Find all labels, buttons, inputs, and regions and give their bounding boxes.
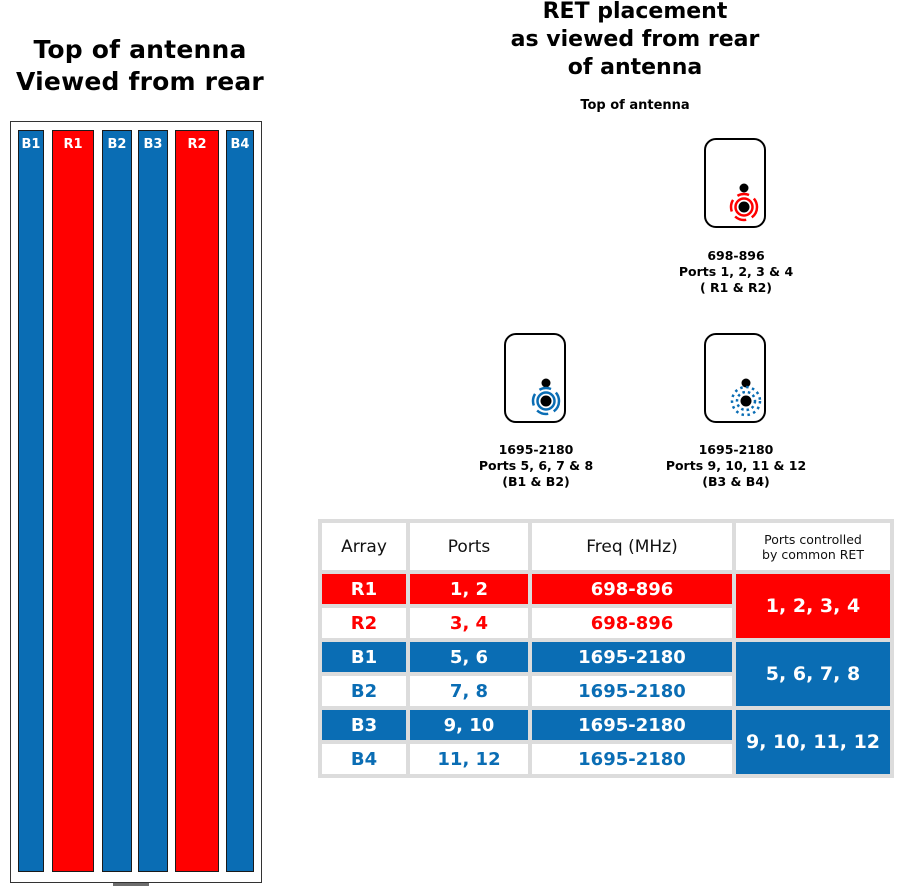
- right-panel-title: RET placement as viewed from rear of ant…: [455, 0, 815, 82]
- ret-freq: 698-896: [707, 248, 765, 263]
- cell-ports: 9, 10: [410, 710, 528, 740]
- cell-array: B1: [322, 642, 406, 672]
- header-ret-ports: Ports controlled by common RET: [736, 523, 890, 570]
- table-row: B1 5, 6 1695-2180 5, 6, 7, 8: [322, 642, 890, 706]
- array-column-b2: B2: [102, 130, 132, 872]
- cell-freq: 1695-2180: [532, 642, 732, 672]
- cell-array: R2: [322, 608, 406, 638]
- cell-freq: 1695-2180: [532, 710, 732, 740]
- cell-ret-group: 1, 2, 3, 4: [736, 574, 890, 638]
- cell-ports: 5, 6: [410, 642, 528, 672]
- left-title-line2: Viewed from rear: [16, 67, 264, 96]
- ret-arrays: (B1 & B2): [502, 474, 570, 489]
- right-title-line2: as viewed from rear: [510, 27, 760, 52]
- header-freq: Freq (MHz): [532, 523, 732, 570]
- array-label: B1: [21, 137, 41, 152]
- header-ret-line2: by common RET: [762, 546, 864, 562]
- right-title-line1: RET placement: [542, 0, 728, 24]
- array-column-b3: B3: [138, 130, 168, 872]
- cell-ports: 3, 4: [410, 608, 528, 638]
- ret-unit-698-896: [704, 138, 766, 228]
- antenna-rear-view: B1 R1 B2 B3 R2 B4: [10, 121, 262, 883]
- cell-ports: 11, 12: [410, 744, 528, 774]
- cell-freq: 698-896: [532, 574, 732, 604]
- cell-array: B3: [322, 710, 406, 740]
- array-column-r1: R1: [52, 130, 94, 872]
- left-title-line1: Top of antenna: [33, 35, 247, 64]
- left-panel-title: Top of antenna Viewed from rear: [0, 34, 280, 98]
- ret-arrays: (B3 & B4): [702, 474, 770, 489]
- array-label: B2: [107, 137, 127, 152]
- cell-array: B4: [322, 744, 406, 774]
- ret-unit-1695-2180-b3-b4: [704, 333, 766, 423]
- table-row: R1 1, 2 698-896 1, 2, 3, 4: [322, 574, 890, 638]
- array-label: B4: [230, 137, 250, 152]
- ret-ports: Ports 5, 6, 7 & 8: [478, 458, 594, 473]
- ret-freq: 1695-2180: [498, 442, 574, 457]
- ret-freq: 1695-2180: [698, 442, 774, 457]
- array-label: R2: [187, 137, 207, 152]
- array-column-b4: B4: [226, 130, 254, 872]
- ret-unit-1695-2180-b1-b2: [504, 333, 566, 423]
- ret-actuator-blue-dotted-icon: [730, 378, 762, 417]
- cell-ret-group: 5, 6, 7, 8: [736, 642, 890, 706]
- ret-actuator-red-icon: [729, 183, 759, 222]
- ret-ports: Ports 9, 10, 11 & 12: [665, 458, 807, 473]
- table-header-row: Array Ports Freq (MHz) Ports controlled …: [322, 523, 890, 570]
- table-row: B3 9, 10 1695-2180 9, 10, 11, 12: [322, 710, 890, 774]
- cell-ret-group: 9, 10, 11, 12: [736, 710, 890, 774]
- array-label: R1: [63, 137, 83, 152]
- cell-ports: 1, 2: [410, 574, 528, 604]
- ret-port-table: Array Ports Freq (MHz) Ports controlled …: [318, 519, 894, 778]
- ret-arrays: ( R1 & R2): [699, 280, 773, 295]
- ret-caption-698-896: 698-896 Ports 1, 2, 3 & 4 ( R1 & R2): [636, 248, 836, 296]
- ret-caption-1695-2180-b1-b2: 1695-2180 Ports 5, 6, 7 & 8 (B1 & B2): [436, 442, 636, 490]
- array-column-r2: R2: [175, 130, 219, 872]
- cell-freq: 698-896: [532, 608, 732, 638]
- ret-caption-1695-2180-b3-b4: 1695-2180 Ports 9, 10, 11 & 12 (B3 & B4): [636, 442, 836, 490]
- cell-ports: 7, 8: [410, 676, 528, 706]
- array-label: B3: [143, 137, 163, 152]
- array-column-b1: B1: [18, 130, 44, 872]
- top-of-antenna-label: Top of antenna: [580, 98, 690, 113]
- cell-array: R1: [322, 574, 406, 604]
- ret-actuator-blue-icon: [531, 378, 561, 416]
- cell-freq: 1695-2180: [532, 676, 732, 706]
- right-title-line3: of antenna: [567, 55, 703, 80]
- cell-freq: 1695-2180: [532, 744, 732, 774]
- cell-array: B2: [322, 676, 406, 706]
- ret-ports: Ports 1, 2, 3 & 4: [678, 264, 794, 279]
- header-ports: Ports: [410, 523, 528, 570]
- header-ret-line1: Ports controlled: [764, 531, 862, 547]
- header-array: Array: [322, 523, 406, 570]
